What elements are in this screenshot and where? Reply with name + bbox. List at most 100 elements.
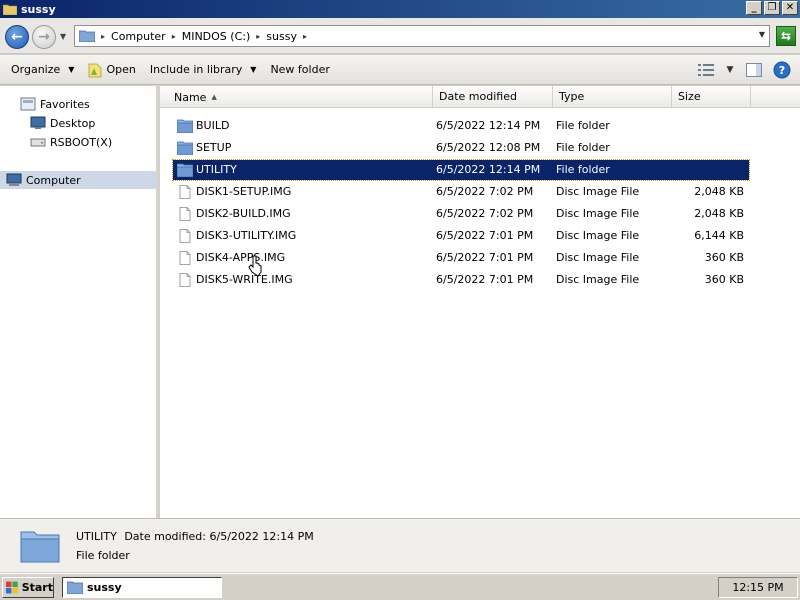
start-label: Start <box>21 581 53 594</box>
organize-label: Organize <box>11 63 61 76</box>
organize-button[interactable]: Organize ▼ <box>4 58 81 82</box>
column-header-type[interactable]: Type <box>553 86 672 108</box>
file-size: 2,048 KB <box>694 185 744 198</box>
nav-label: Favorites <box>40 97 90 111</box>
folder-icon <box>177 119 193 133</box>
file-name-cell: UTILITY <box>177 160 237 180</box>
back-button[interactable]: ← <box>5 25 29 49</box>
table-row[interactable]: DISK2-BUILD.IMG 6/5/2022 7:02 PM Disc Imag… <box>173 204 749 224</box>
table-row[interactable]: DISK3-UTILITY.IMG 6/5/2022 7:01 PM Disc Im… <box>173 226 749 246</box>
open-button[interactable]: Open <box>81 58 142 82</box>
file-name-cell: DISK3-UTILITY.IMG <box>177 226 296 246</box>
column-label: Type <box>559 90 585 103</box>
chevron-right-icon[interactable]: ▸ <box>172 32 176 41</box>
file-icon <box>179 207 191 221</box>
nav-item-favorites[interactable]: Favorites <box>20 95 90 113</box>
file-type: File folder <box>556 119 610 132</box>
file-name-cell: DISK2-BUILD.IMG <box>177 204 291 224</box>
file-name: UTILITY <box>196 163 237 176</box>
column-label: Size <box>678 90 701 103</box>
nav-item-rsboot[interactable]: RSBOOT(X) <box>30 133 112 151</box>
table-row[interactable]: UTILITY 6/5/2022 12:14 PM File folder <box>172 159 750 181</box>
mouse-pointer-icon <box>248 255 262 277</box>
file-type: Disc Image File <box>556 229 640 242</box>
folder-icon <box>3 4 17 15</box>
column-label: Date modified <box>439 90 517 103</box>
details-item-type: File folder <box>76 549 130 562</box>
nav-item-desktop[interactable]: Desktop <box>30 114 95 132</box>
breadcrumb-drive[interactable]: MINDOS (C:) <box>182 30 251 43</box>
include-in-library-button[interactable]: Include in library ▼ <box>143 58 264 82</box>
refresh-icon: ⇆ <box>780 29 792 43</box>
view-list-icon <box>698 64 714 76</box>
file-type: Disc Image File <box>556 251 640 264</box>
file-type: File folder <box>556 163 610 176</box>
maximize-button[interactable]: ❐ <box>764 1 780 15</box>
taskbar-window-button[interactable]: sussy <box>62 577 222 598</box>
table-row[interactable]: SETUP 6/5/2022 12:08 PM File folder <box>173 138 749 158</box>
arrow-left-icon: ← <box>11 29 23 45</box>
column-header-date[interactable]: Date modified <box>433 86 553 108</box>
open-icon <box>89 63 102 77</box>
drive-icon <box>30 138 46 147</box>
include-in-library-label: Include in library <box>149 63 243 76</box>
file-icon <box>179 251 191 265</box>
sort-ascending-icon: ▲ <box>211 93 217 101</box>
file-name: DISK5-WRITE.IMG <box>196 273 293 286</box>
breadcrumb-computer[interactable]: Computer <box>111 30 166 43</box>
chevron-right-icon[interactable]: ▸ <box>303 32 307 41</box>
chevron-right-icon[interactable]: ▸ <box>256 32 260 41</box>
close-button[interactable]: ✕ <box>782 1 798 15</box>
recent-pages-dropdown[interactable]: ▼ <box>60 32 66 41</box>
breadcrumb-folder[interactable]: sussy <box>266 30 297 43</box>
folder-icon <box>67 581 83 594</box>
file-name: DISK3-UTILITY.IMG <box>196 229 297 242</box>
file-name-cell: DISK5-WRITE.IMG <box>177 270 293 290</box>
refresh-button[interactable]: ⇆ <box>776 26 796 46</box>
help-button[interactable]: ? <box>772 60 792 80</box>
table-row[interactable]: BUILD 6/5/2022 12:14 PM File folder <box>173 116 749 136</box>
file-icon <box>179 273 191 287</box>
chevron-right-icon[interactable]: ▸ <box>101 32 105 41</box>
svg-text:?: ? <box>779 64 785 77</box>
view-options-dropdown[interactable]: ▼ <box>724 60 736 80</box>
folder-icon <box>177 163 193 177</box>
new-folder-label: New folder <box>270 63 330 76</box>
title-bar[interactable]: sussy _ ❐ ✕ <box>0 0 800 18</box>
taskbar: Start sussy 12:15 PM <box>0 573 800 600</box>
preview-pane-button[interactable] <box>744 60 764 80</box>
start-button[interactable]: Start <box>2 577 54 598</box>
nav-label: Desktop <box>50 116 96 130</box>
file-icon <box>179 185 191 199</box>
file-size <box>676 160 744 180</box>
address-row: ← → ▼ ▸ Computer ▸ MINDOS (C:) ▸ sussy ▸… <box>0 18 800 54</box>
file-name-cell: SETUP <box>177 138 231 158</box>
column-header-name[interactable]: Name ▲ <box>168 86 433 108</box>
file-size <box>676 138 744 158</box>
column-header-row: Name ▲ Date modified Type Size <box>160 86 800 108</box>
file-size: 360 KB <box>704 273 744 286</box>
chevron-down-icon: ▼ <box>250 65 257 74</box>
file-size: 2,048 KB <box>694 207 744 220</box>
forward-button[interactable]: → <box>32 25 56 49</box>
column-header-size[interactable]: Size <box>672 86 751 108</box>
file-name-cell: BUILD <box>177 116 229 136</box>
file-date: 6/5/2022 12:08 PM <box>436 141 541 154</box>
nav-label: Computer <box>26 173 81 187</box>
navigation-pane: Favorites Desktop RSBOOT(X) Computer <box>0 86 158 518</box>
table-row[interactable]: DISK1-SETUP.IMG 6/5/2022 7:02 PM Disc Imag… <box>173 182 749 202</box>
file-name: BUILD <box>196 119 230 132</box>
taskbar-window-label: sussy <box>87 581 122 594</box>
minimize-button[interactable]: _ <box>746 1 762 15</box>
address-dropdown-button[interactable]: ▼ <box>759 30 765 39</box>
file-date: 6/5/2022 7:01 PM <box>436 273 534 286</box>
folder-icon <box>177 141 193 155</box>
chevron-down-icon: ▼ <box>68 65 75 74</box>
folder-icon <box>20 531 60 563</box>
nav-item-computer[interactable]: Computer <box>0 171 156 189</box>
address-bar[interactable]: ▸ Computer ▸ MINDOS (C:) ▸ sussy ▸ ▼ <box>74 25 770 47</box>
system-clock[interactable]: 12:15 PM <box>718 577 798 598</box>
change-view-button[interactable] <box>696 60 716 80</box>
new-folder-button[interactable]: New folder <box>263 58 336 82</box>
file-name: DISK4-APPS.IMG <box>196 251 286 264</box>
